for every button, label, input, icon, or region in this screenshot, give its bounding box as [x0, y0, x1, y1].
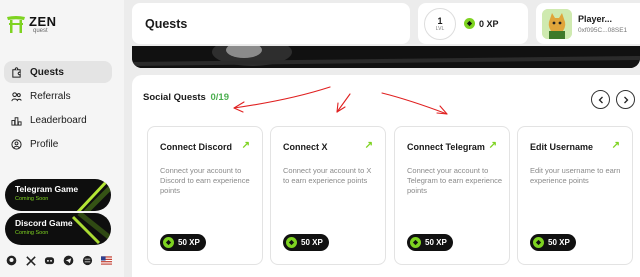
discord-icon[interactable]	[44, 255, 55, 266]
sidebar-item-profile[interactable]: Profile	[4, 133, 112, 155]
level-label: LVL	[435, 25, 445, 32]
x-icon[interactable]	[25, 255, 36, 266]
quest-title: Connect X	[283, 142, 328, 152]
sidebar-nav: Quests Referrals Leaderboard Profile	[4, 61, 112, 157]
torii-logo-icon	[6, 14, 26, 34]
us-flag-icon[interactable]	[101, 255, 112, 266]
section-title: Social Quests 0/19	[143, 92, 229, 103]
discord-game-promo[interactable]: Discord Game Coming Soon	[5, 213, 111, 245]
users-icon	[11, 91, 22, 102]
globe-icon[interactable]	[82, 255, 93, 266]
reward-value: 50 XP	[425, 238, 447, 247]
telegram-game-promo[interactable]: Telegram Game Coming Soon	[5, 179, 111, 211]
sidebar-item-label: Quests	[30, 66, 64, 78]
xp-value: 0 XP	[479, 18, 499, 29]
quest-description: Connect your account to Discord to earn …	[160, 166, 250, 195]
sidebar: ZEN quest Quests Referrals Leaderboard P…	[0, 0, 124, 277]
level-badge: 1 LVL	[424, 7, 456, 40]
neon-glow-icon	[76, 179, 111, 211]
brand-sub: quest	[33, 27, 48, 34]
hero-banner	[132, 46, 640, 68]
quest-card-edit-username[interactable]: Edit Username ↗ Edit your username to ea…	[517, 126, 633, 265]
github-icon[interactable]	[6, 255, 17, 266]
xp-icon	[464, 18, 475, 29]
quest-card-connect-x[interactable]: Connect X ↗ Connect your account to X to…	[270, 126, 386, 265]
profile-name: Player...	[578, 13, 613, 24]
quest-card-connect-discord[interactable]: Connect Discord ↗ Connect your account t…	[147, 126, 263, 265]
page-header: Quests	[132, 3, 410, 44]
sidebar-item-quests[interactable]: Quests	[4, 61, 112, 83]
arrow-up-right-icon: ↗	[241, 140, 250, 151]
page-title: Quests	[145, 17, 188, 31]
logo[interactable]: ZEN quest	[6, 14, 57, 34]
section-label: Social Quests	[143, 92, 206, 103]
section-progress: 0/19	[210, 92, 229, 103]
arrow-up-right-icon: ↗	[488, 140, 497, 151]
reward-value: 50 XP	[301, 238, 323, 247]
xp-total: 0 XP	[464, 18, 499, 29]
quests-panel: Social Quests 0/19 Connect Discord ↗ Con…	[132, 75, 640, 277]
sidebar-item-referrals[interactable]: Referrals	[4, 85, 112, 107]
quest-description: Connect your account to Telegram to earn…	[407, 166, 503, 195]
reward-value: 50 XP	[178, 238, 200, 247]
sidebar-item-label: Referrals	[30, 90, 71, 102]
neon-glow-icon	[71, 213, 111, 245]
quest-reward: 50 XP	[530, 234, 576, 251]
chevron-right-icon	[623, 96, 628, 103]
quest-reward: 50 XP	[160, 234, 206, 251]
xp-icon	[410, 237, 421, 248]
quest-description: Edit your username to earn experience po…	[530, 166, 621, 185]
quest-title: Edit Username	[530, 142, 594, 152]
chevron-left-icon	[598, 96, 603, 103]
brand-name: ZEN	[29, 13, 57, 29]
ranking-icon	[11, 115, 22, 126]
xp-icon	[533, 237, 544, 248]
xp-icon	[163, 237, 174, 248]
user-stats: 1 LVL 0 XP	[418, 3, 528, 44]
carousel-next-button[interactable]	[616, 90, 635, 109]
quest-title: Connect Telegram	[407, 142, 485, 152]
quest-description: Connect your account to X to earn experi…	[283, 166, 372, 185]
quest-card-connect-telegram[interactable]: Connect Telegram ↗ Connect your account …	[394, 126, 510, 265]
banner-art	[132, 46, 640, 68]
reward-value: 50 XP	[548, 238, 570, 247]
carousel-prev-button[interactable]	[591, 90, 610, 109]
profile-button[interactable]: Player... 0xf095C...08SE1	[536, 3, 640, 44]
sidebar-item-leaderboard[interactable]: Leaderboard	[4, 109, 112, 131]
avatar	[542, 8, 572, 39]
level-value: 1	[437, 15, 443, 26]
quest-reward: 50 XP	[407, 234, 453, 251]
quest-title: Connect Discord	[160, 142, 233, 152]
sidebar-item-label: Profile	[30, 138, 59, 150]
sidebar-item-label: Leaderboard	[30, 114, 87, 126]
telegram-icon[interactable]	[63, 255, 74, 266]
wallet-address: 0xf095C...08SE1	[578, 26, 628, 34]
quest-reward: 50 XP	[283, 234, 329, 251]
xp-icon	[286, 237, 297, 248]
user-circle-icon	[11, 138, 22, 150]
arrow-up-right-icon: ↗	[611, 140, 620, 151]
puzzle-icon	[11, 66, 22, 78]
social-links	[6, 255, 112, 266]
arrow-up-right-icon: ↗	[364, 140, 373, 151]
